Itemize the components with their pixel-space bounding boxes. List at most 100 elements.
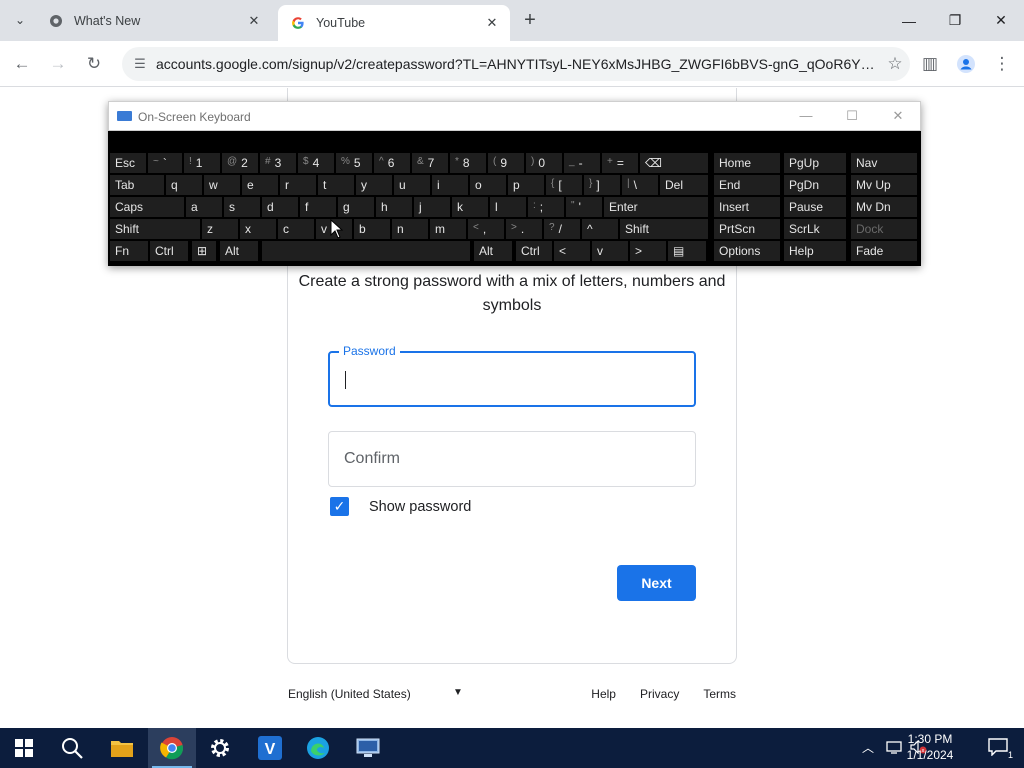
osk-key-g[interactable]: g bbox=[338, 197, 374, 217]
osk-key-alt[interactable]: Alt bbox=[220, 241, 258, 261]
tab-whats-new[interactable]: What's New ✕ bbox=[36, 0, 272, 41]
osk-key-4[interactable]: $4 bbox=[298, 153, 334, 173]
search-icon[interactable] bbox=[48, 728, 96, 768]
osk-key-c[interactable]: c bbox=[278, 219, 314, 239]
site-info-icon[interactable]: ☰ bbox=[130, 56, 150, 72]
monitor-app-icon[interactable] bbox=[344, 728, 392, 768]
osk-key-help[interactable]: Help bbox=[784, 241, 846, 261]
osk-key-symbol[interactable]: < bbox=[554, 241, 590, 261]
osk-key-8[interactable]: * 8 bbox=[450, 153, 486, 173]
profile-avatar-icon[interactable] bbox=[952, 50, 980, 78]
osk-key-del[interactable]: Del bbox=[660, 175, 708, 195]
osk-key-i[interactable]: i bbox=[432, 175, 468, 195]
osk-key-pause[interactable]: Pause bbox=[784, 197, 846, 217]
language-select[interactable]: English (United States) bbox=[288, 687, 411, 701]
osk-key-alt[interactable]: Alt bbox=[474, 241, 512, 261]
start-icon[interactable] bbox=[0, 728, 48, 768]
osk-key-mvup[interactable]: Mv Up bbox=[851, 175, 917, 195]
osk-key-2[interactable]: @2 bbox=[222, 153, 258, 173]
osk-key-m[interactable]: m bbox=[430, 219, 466, 239]
osk-key-a[interactable]: a bbox=[186, 197, 222, 217]
osk-key-symbol[interactable]: }] bbox=[584, 175, 620, 195]
osk-key-symbol[interactable]: | \ bbox=[622, 175, 658, 195]
osk-key-s[interactable]: s bbox=[224, 197, 260, 217]
osk-key-home[interactable]: Home bbox=[714, 153, 780, 173]
osk-key-w[interactable]: w bbox=[204, 175, 240, 195]
osk-key-y[interactable]: y bbox=[356, 175, 392, 195]
osk-key-o[interactable]: o bbox=[470, 175, 506, 195]
close-tab-icon[interactable]: ✕ bbox=[482, 13, 502, 33]
osk-key-ctrl[interactable]: Ctrl bbox=[150, 241, 188, 261]
minimize-icon[interactable]: — bbox=[886, 0, 932, 41]
confirm-field[interactable]: Confirm bbox=[328, 431, 696, 487]
osk-key-space[interactable] bbox=[262, 241, 470, 261]
url-text[interactable]: accounts.google.com/signup/v2/createpass… bbox=[156, 56, 880, 72]
osk-key-shift[interactable]: Shift bbox=[620, 219, 708, 239]
osk-key-t[interactable]: t bbox=[318, 175, 354, 195]
terms-link[interactable]: Terms bbox=[703, 687, 736, 701]
osk-key-end[interactable]: End bbox=[714, 175, 780, 195]
restore-icon[interactable]: ❐ bbox=[932, 0, 978, 41]
next-button[interactable]: Next bbox=[617, 565, 696, 601]
osk-key-tab[interactable]: Tab bbox=[110, 175, 164, 195]
osk-key-l[interactable]: l bbox=[490, 197, 526, 217]
osk-key-symbol[interactable]: + = bbox=[602, 153, 638, 173]
forward-icon[interactable]: → bbox=[44, 50, 72, 78]
osk-key-fade[interactable]: Fade bbox=[851, 241, 917, 261]
osk-key-symbol[interactable]: ▤ bbox=[668, 241, 706, 261]
osk-key-d[interactable]: d bbox=[262, 197, 298, 217]
osk-key-symbol[interactable]: >. bbox=[506, 219, 542, 239]
osk-key-caps[interactable]: Caps bbox=[110, 197, 184, 217]
osk-key-symbol[interactable]: <, bbox=[468, 219, 504, 239]
osk-key-q[interactable]: q bbox=[166, 175, 202, 195]
tab-search-chevron-icon[interactable]: ⌄ bbox=[8, 8, 32, 32]
osk-key-symbol[interactable]: ⊞ bbox=[192, 241, 216, 261]
osk-key-scrlk[interactable]: ScrLk bbox=[784, 219, 846, 239]
osk-key-symbol[interactable]: _ - bbox=[564, 153, 600, 173]
osk-key-u[interactable]: u bbox=[394, 175, 430, 195]
osk-key-n[interactable]: n bbox=[392, 219, 428, 239]
taskbar-clock[interactable]: 1:30 PM 1/1/2024 bbox=[900, 731, 960, 763]
osk-key-r[interactable]: r bbox=[280, 175, 316, 195]
show-password-toggle[interactable]: ✓ Show password bbox=[330, 497, 471, 516]
osk-key-symbol[interactable]: ? / bbox=[544, 219, 580, 239]
osk-key-z[interactable]: z bbox=[202, 219, 238, 239]
osk-key-5[interactable]: % 5 bbox=[336, 153, 372, 173]
osk-titlebar[interactable]: On-Screen Keyboard — ☐ ✕ bbox=[108, 101, 921, 131]
window-close-icon[interactable]: ✕ bbox=[978, 0, 1024, 41]
menu-kebab-icon[interactable]: ⋮ bbox=[988, 50, 1016, 78]
osk-key-symbol[interactable]: {[ bbox=[546, 175, 582, 195]
osk-key-insert[interactable]: Insert bbox=[714, 197, 780, 217]
osk-key-pgdn[interactable]: PgDn bbox=[784, 175, 846, 195]
osk-key-3[interactable]: #3 bbox=[260, 153, 296, 173]
osk-key-symbol[interactable]: ^ bbox=[582, 219, 618, 239]
bookmark-star-icon[interactable]: ☆ bbox=[880, 54, 910, 74]
osk-key-7[interactable]: & 7 bbox=[412, 153, 448, 173]
osk-key-symbol[interactable]: " ' bbox=[566, 197, 602, 217]
osk-key-0[interactable]: ) 0 bbox=[526, 153, 562, 173]
osk-key-symbol[interactable]: ⌫ bbox=[640, 153, 708, 173]
osk-close-icon[interactable]: ✕ bbox=[888, 108, 908, 124]
notification-center-icon[interactable] bbox=[988, 738, 1008, 759]
privacy-link[interactable]: Privacy bbox=[640, 687, 679, 701]
osk-key-dock[interactable]: Dock bbox=[851, 219, 917, 239]
osk-key-9[interactable]: (9 bbox=[488, 153, 524, 173]
dropdown-caret-icon[interactable]: ▼ bbox=[453, 687, 463, 698]
osk-key-j[interactable]: j bbox=[414, 197, 450, 217]
osk-key-k[interactable]: k bbox=[452, 197, 488, 217]
side-panel-icon[interactable]: ▥ bbox=[916, 50, 944, 78]
osk-key-ctrl[interactable]: Ctrl bbox=[516, 241, 552, 261]
osk-key-x[interactable]: x bbox=[240, 219, 276, 239]
osk-key-options[interactable]: Options bbox=[714, 241, 780, 261]
osk-key-v[interactable]: v bbox=[592, 241, 628, 261]
tab-youtube[interactable]: YouTube ✕ bbox=[278, 5, 510, 41]
osk-minimize-icon[interactable]: — bbox=[796, 108, 816, 123]
osk-key-nav[interactable]: Nav bbox=[851, 153, 917, 173]
osk-key-symbol[interactable]: :; bbox=[528, 197, 564, 217]
close-tab-icon[interactable]: ✕ bbox=[244, 11, 264, 31]
settings-icon[interactable] bbox=[196, 728, 244, 768]
osk-key-symbol[interactable]: ~ ` bbox=[148, 153, 182, 173]
osk-key-e[interactable]: e bbox=[242, 175, 278, 195]
osk-key-symbol[interactable]: > bbox=[630, 241, 666, 261]
address-bar[interactable]: ☰ accounts.google.com/signup/v2/createpa… bbox=[122, 47, 910, 81]
